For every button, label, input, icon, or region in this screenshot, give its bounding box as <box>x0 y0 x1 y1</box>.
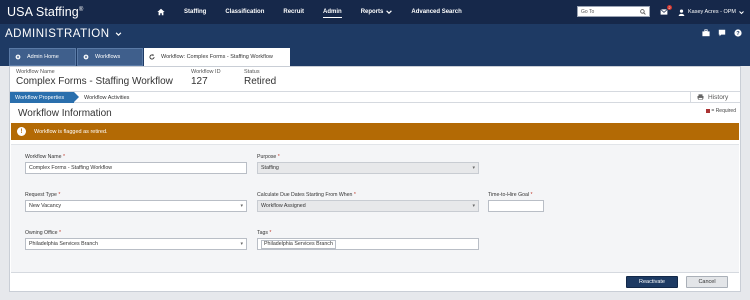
user-name: Kasey Acres - OPM <box>688 9 736 15</box>
owning-office-label: Owning Office * <box>25 230 61 236</box>
reactivate-button[interactable]: Reactivate <box>626 276 678 288</box>
workflow-id-summary: Workflow ID 127 <box>191 69 221 87</box>
admin-header: ADMINISTRATION ? <box>0 24 750 44</box>
notifications-button[interactable]: 2 <box>660 0 672 24</box>
required-legend: = Required <box>706 108 736 114</box>
subtab-workflow-activities[interactable]: Workflow Activities <box>82 92 129 103</box>
chevron-down-icon <box>386 10 393 15</box>
nav-admin[interactable]: Admin <box>323 0 342 24</box>
tab-workflow-detail-label: Workflow: Complex Forms - Staffing Workf… <box>161 54 273 60</box>
request-type-select[interactable]: New Vacancy ▾ <box>25 200 247 212</box>
tab-admin-home-label: Admin Home <box>27 54 59 60</box>
briefcase-icon[interactable] <box>702 29 710 37</box>
tag-chip[interactable]: Philadelphia Services Branch <box>261 239 336 249</box>
admin-toolbar: ? <box>702 29 742 37</box>
search-icon <box>640 8 646 15</box>
request-type-label: Request Type * <box>25 192 61 198</box>
workflow-subnav: Workflow Properties Workflow Activities … <box>10 91 740 103</box>
tags-input[interactable]: Philadelphia Services Branch <box>257 238 479 250</box>
required-marker <box>706 109 711 113</box>
workflow-name-summary: Workflow Name Complex Forms - Staffing W… <box>16 69 173 87</box>
home-link[interactable] <box>157 0 165 24</box>
main-nav: Staffing Classification Recruit Admin Re… <box>157 0 481 24</box>
dropdown-caret-icon: ▾ <box>240 203 243 209</box>
user-icon <box>678 8 685 16</box>
alert-text: Workflow is flagged as retired. <box>34 128 108 135</box>
section-title: Workflow Information <box>18 108 112 119</box>
workflow-status-value: Retired <box>244 76 277 87</box>
due-dates-field-group: Calculate Due Dates Starting From When *… <box>257 192 479 212</box>
tab-workflows-label: Workflows <box>95 54 121 60</box>
brand-registered-mark: ® <box>78 6 84 13</box>
brand-logo[interactable]: USA Staffing® <box>7 5 83 19</box>
workflow-id-value: 127 <box>191 76 208 87</box>
tags-label: Tags * <box>257 230 272 236</box>
home-icon <box>157 8 165 16</box>
refresh-icon <box>149 54 155 60</box>
subtab-workflow-properties[interactable]: Workflow Properties <box>10 92 79 103</box>
workflow-name-label: Workflow Name * <box>25 154 65 160</box>
tab-admin-home[interactable]: Admin Home <box>9 48 76 66</box>
gear-icon <box>83 54 89 60</box>
brand-name: USA Staffing <box>7 5 79 19</box>
purpose-select[interactable]: Staffing ▾ <box>257 162 479 174</box>
purpose-label: Purpose * <box>257 154 280 160</box>
help-icon[interactable]: ? <box>734 29 742 37</box>
dropdown-caret-icon: ▾ <box>472 165 475 171</box>
tags-field-group: Tags * Philadelphia Services Branch <box>257 230 479 250</box>
top-navigation-bar: USA Staffing® Staffing Classification Re… <box>0 0 750 24</box>
due-dates-select[interactable]: Workflow Assigned ▾ <box>257 200 479 212</box>
history-label: History <box>708 93 729 101</box>
user-menu[interactable]: Kasey Acres - OPM <box>678 8 744 16</box>
printer-icon <box>697 94 704 100</box>
chevron-down-icon <box>115 32 122 37</box>
nav-recruit[interactable]: Recruit <box>283 0 304 24</box>
time-to-hire-input[interactable] <box>488 200 544 212</box>
workflow-id-label: Workflow ID <box>191 69 221 75</box>
mail-icon <box>660 9 668 15</box>
gear-icon <box>15 54 21 60</box>
alert-icon: ! <box>17 127 26 136</box>
chevron-down-icon <box>739 10 744 14</box>
notification-count-badge: 2 <box>667 5 672 10</box>
nav-staffing[interactable]: Staffing <box>184 0 206 24</box>
owning-office-field-group: Owning Office * Philadelphia Services Br… <box>25 230 247 250</box>
tab-workflows[interactable]: Workflows <box>77 48 143 66</box>
svg-text:?: ? <box>736 31 740 37</box>
goto-input[interactable]: Go To <box>577 6 650 17</box>
dropdown-caret-icon: ▾ <box>472 203 475 209</box>
dropdown-caret-icon: ▾ <box>240 241 243 247</box>
required-legend-text: = Required <box>711 108 736 114</box>
time-to-hire-label: Time-to-Hire Goal * <box>488 192 533 198</box>
tabs-row: Admin Home Workflows Workflow: Complex F… <box>0 44 750 66</box>
workflow-status-summary: Status Retired <box>244 69 276 87</box>
chat-icon[interactable] <box>718 29 726 37</box>
cancel-button[interactable]: Cancel <box>686 276 728 288</box>
goto-placeholder: Go To <box>581 8 595 15</box>
retired-alert: ! Workflow is flagged as retired. <box>11 123 739 140</box>
workflow-status-label: Status <box>244 69 260 75</box>
workflow-name-input[interactable]: Complex Forms - Staffing Workflow <box>25 162 247 174</box>
workflow-panel: Workflow Name Complex Forms - Staffing W… <box>9 66 741 292</box>
workflow-form: Workflow Name * Complex Forms - Staffing… <box>11 144 739 272</box>
admin-menu[interactable]: ADMINISTRATION <box>5 28 122 40</box>
page-title: ADMINISTRATION <box>5 28 110 40</box>
user-area: 2 Kasey Acres - OPM <box>660 0 744 24</box>
request-type-field-group: Request Type * New Vacancy ▾ <box>25 192 247 212</box>
workflow-name-summary-value: Complex Forms - Staffing Workflow <box>16 76 173 87</box>
nav-reports-label: Reports <box>360 9 384 15</box>
workflow-name-field-group: Workflow Name * Complex Forms - Staffing… <box>25 154 247 174</box>
tab-workflow-detail[interactable]: Workflow: Complex Forms - Staffing Workf… <box>144 48 290 66</box>
history-button[interactable]: History <box>690 91 740 103</box>
owning-office-select[interactable]: Philadelphia Services Branch ▾ <box>25 238 247 250</box>
due-dates-label: Calculate Due Dates Starting From When * <box>257 192 356 198</box>
form-footer: Reactivate Cancel <box>11 272 739 290</box>
nav-classification[interactable]: Classification <box>225 0 264 24</box>
nav-advanced-search[interactable]: Advanced Search <box>411 0 461 24</box>
workflow-name-summary-label: Workflow Name <box>16 69 55 75</box>
time-to-hire-field-group: Time-to-Hire Goal * <box>488 192 544 212</box>
purpose-field-group: Purpose * Staffing ▾ <box>257 154 479 174</box>
nav-reports[interactable]: Reports <box>361 0 393 24</box>
